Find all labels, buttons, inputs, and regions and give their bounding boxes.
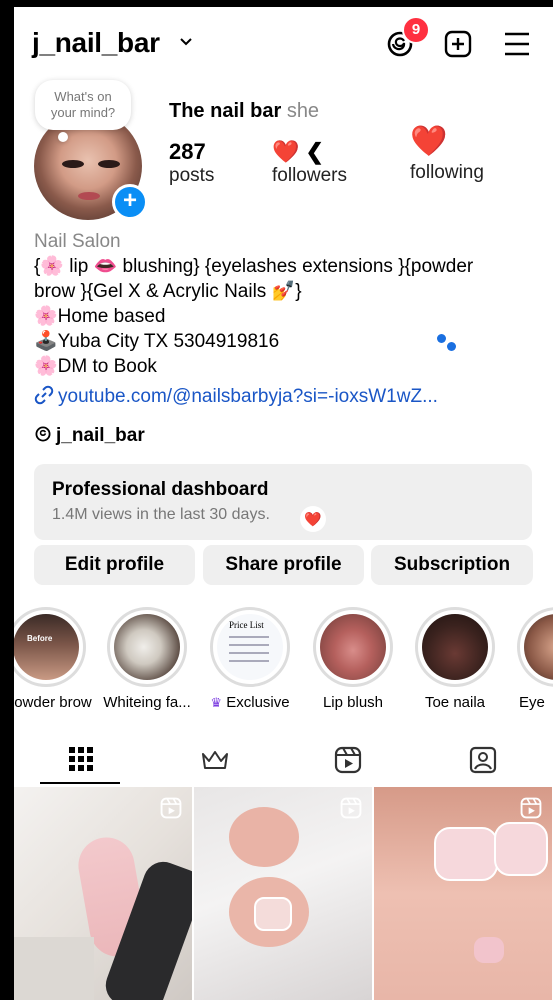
chevron-down-icon[interactable] [179, 35, 193, 49]
menu-icon[interactable] [503, 31, 531, 57]
username-switcher[interactable]: j_nail_bar [32, 27, 160, 59]
highlight-label-exclusive: ♛ Exclusive [195, 694, 305, 711]
following-count: ❤️ [410, 125, 448, 158]
profile-screen: j_nail_bar 9 + What's on your mind? The … [14, 7, 553, 1000]
edit-profile-button[interactable]: Edit profile [34, 545, 195, 585]
heart-icon: ❤️ [300, 506, 326, 532]
highlight-label: Lip blush [322, 694, 384, 711]
followers-label: followers [272, 165, 347, 186]
threads-handle: j_nail_bar [56, 425, 145, 446]
highlight-label: Toe naila [424, 694, 486, 711]
highlight-eye[interactable] [517, 607, 553, 687]
reels-icon[interactable] [334, 746, 362, 774]
threads-profile-link[interactable]: j_nail_bar [34, 425, 145, 447]
bio-line: {🌸 lip 👄 blushing} {eyelashes extensions… [34, 256, 474, 277]
bio-line: 🌸Home based [34, 306, 166, 327]
stat-posts[interactable]: 287 posts [169, 139, 214, 187]
bio-link-text: youtube.com/@nailsbarbyja?si=-ioxsW1wZ..… [58, 386, 438, 407]
stat-following[interactable]: ❤️ following [410, 124, 484, 184]
highlight-label: Eye [519, 694, 545, 711]
full-name: The nail bar she [169, 100, 319, 123]
dashboard-subtitle: 1.4M views in the last 30 days. [52, 506, 270, 523]
bio-line: brow }{Gel X & Acrylic Nails 💅} [34, 281, 302, 302]
reels-icon [160, 797, 182, 819]
bio-link[interactable]: youtube.com/@nailsbarbyja?si=-ioxsW1wZ..… [34, 385, 438, 408]
subscription-button[interactable]: Subscription [371, 545, 533, 585]
active-tab-indicator [40, 782, 120, 784]
grid-post[interactable] [374, 787, 552, 1000]
following-label: following [410, 162, 484, 183]
highlight-label: Whiteing fa... [103, 694, 191, 711]
price-list-title: Price List [229, 620, 264, 630]
reels-icon [520, 797, 542, 819]
bio: Nail Salon {🌸 lip 👄 blushing} {eyelashes… [34, 229, 544, 379]
posts-label: posts [169, 165, 215, 186]
crown-icon[interactable] [201, 749, 229, 771]
note-bubble[interactable]: What's on your mind? [35, 80, 131, 130]
category-label: Nail Salon [34, 231, 121, 252]
posts-count: 287 [169, 139, 206, 164]
link-icon [34, 385, 54, 405]
highlight-powder-brow[interactable]: Before [14, 607, 86, 687]
professional-dashboard[interactable]: Professional dashboard 1.4M views in the… [34, 464, 532, 540]
bio-line: 🕹️Yuba City TX 5304919816 [34, 331, 280, 352]
new-post-icon[interactable] [443, 29, 473, 59]
highlight-lip-blush[interactable] [313, 607, 393, 687]
decor-dot [437, 334, 446, 343]
highlight-toe-nails[interactable] [415, 607, 495, 687]
highlight-exclusive[interactable]: Price List [210, 607, 290, 687]
full-name-text: The nail bar [169, 100, 282, 122]
note-bubble-line1: What's on [54, 89, 112, 104]
followers-count: ❤️ ❮ [272, 139, 324, 164]
notification-badge: 9 [402, 16, 430, 44]
pronoun: she [286, 100, 320, 122]
crown-icon: ♛ [210, 695, 223, 710]
decor-dot [447, 342, 456, 351]
add-story-button[interactable]: + [112, 184, 148, 220]
bio-line: 🌸DM to Book [34, 356, 157, 377]
grid-post[interactable] [14, 787, 192, 1000]
grid-post[interactable] [194, 787, 372, 1000]
tagged-icon[interactable] [469, 746, 497, 774]
share-profile-button[interactable]: Share profile [203, 545, 364, 585]
grid-icon[interactable] [68, 746, 94, 772]
exclusive-text: Exclusive [226, 694, 290, 711]
highlight-whitening[interactable] [107, 607, 187, 687]
note-bubble-tail [58, 132, 68, 142]
reels-icon [340, 797, 362, 819]
dashboard-title: Professional dashboard [52, 479, 269, 500]
stat-followers[interactable]: ❤️ ❮ followers [272, 139, 347, 187]
note-bubble-line2: your mind? [50, 105, 116, 120]
threads-icon [35, 426, 51, 442]
before-label: Before [27, 634, 53, 643]
